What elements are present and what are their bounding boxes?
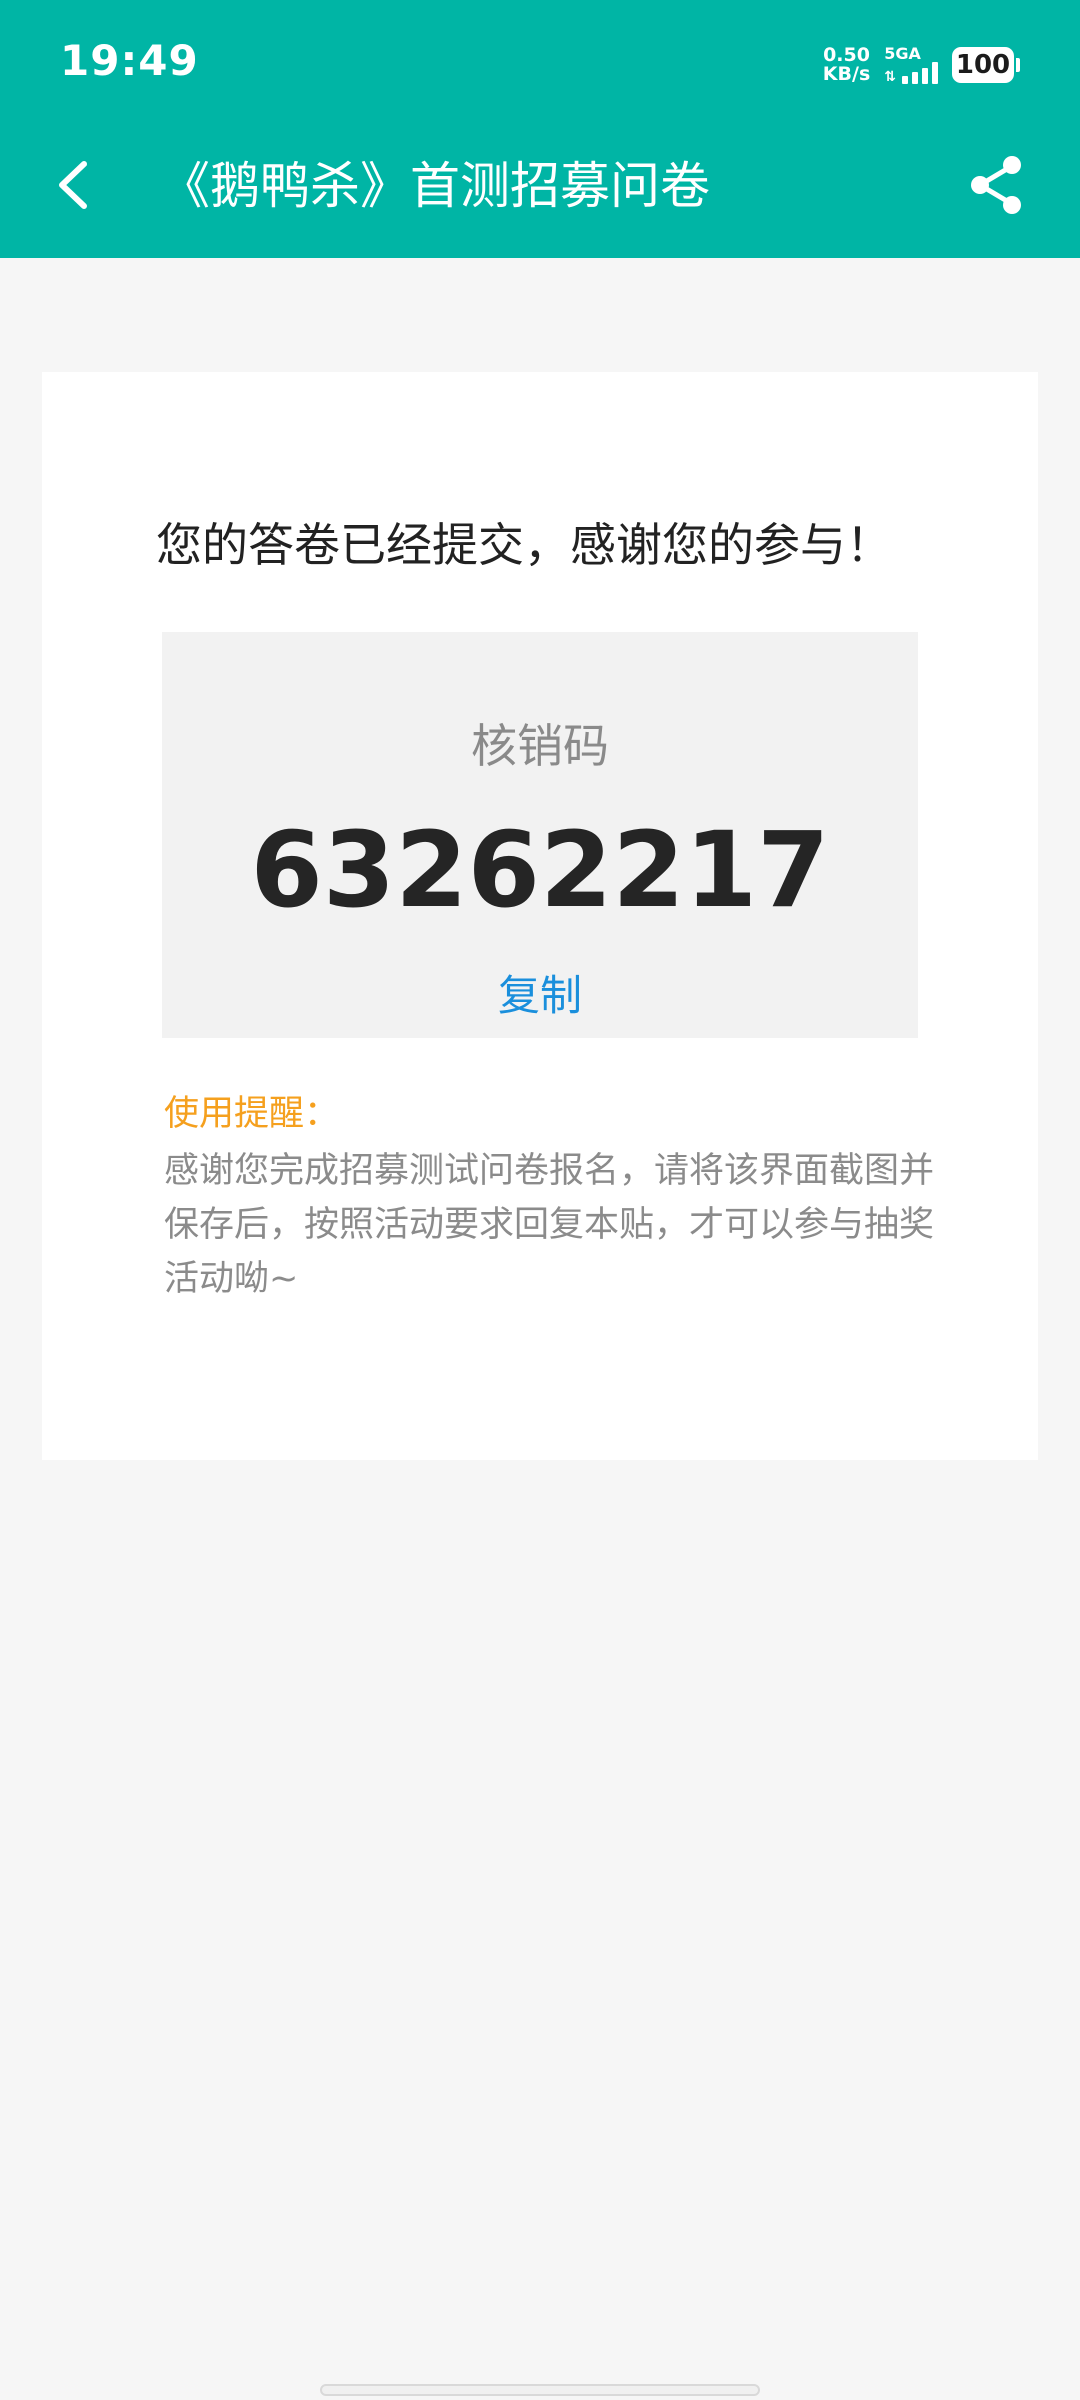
signal-indicator: 5GA ⇅ — [884, 46, 938, 84]
tip-title: 使用提醒： — [164, 1094, 340, 1134]
battery-icon: 100 — [952, 47, 1020, 83]
chevron-left-icon — [59, 161, 87, 209]
network-type: 5GA — [884, 44, 921, 63]
submission-result-card: 您的答卷已经提交，感谢您的参与！ 核销码 63262217 复制 使用提醒： 感… — [42, 372, 1038, 1460]
battery-level: 100 — [952, 47, 1014, 83]
share-button[interactable] — [964, 152, 1030, 218]
copy-button[interactable]: 复制 — [462, 968, 618, 1024]
share-icon — [971, 156, 1021, 214]
home-indicator[interactable] — [320, 2384, 760, 2396]
thanks-message: 您的答卷已经提交，感谢您的参与！ — [156, 518, 892, 572]
status-time: 19:49 — [60, 36, 199, 85]
network-speed-unit: KB/s — [822, 63, 871, 85]
page-title: 《鹅鸭杀》首测招募问卷 — [160, 157, 710, 215]
data-arrows-icon: ⇅ — [884, 69, 896, 85]
tip-text: 感谢您完成招募测试问卷报名，请将该界面截图并保存后，按照活动要求回复本贴，才可以… — [164, 1151, 935, 1299]
code-label: 核销码 — [471, 719, 609, 773]
network-speed: 0.50 KB/s — [823, 46, 870, 84]
back-button[interactable] — [48, 152, 98, 218]
code-value: 63262217 — [250, 809, 830, 931]
signal-bars-icon: ⇅ — [884, 62, 938, 84]
status-icons: 0.50 KB/s 5GA ⇅ 100 — [823, 40, 1020, 90]
verification-code-box: 核销码 63262217 复制 — [162, 632, 918, 1038]
app-header: 19:49 0.50 KB/s 5GA ⇅ 100 《鹅鸭杀》首测招募问卷 — [0, 0, 1080, 258]
